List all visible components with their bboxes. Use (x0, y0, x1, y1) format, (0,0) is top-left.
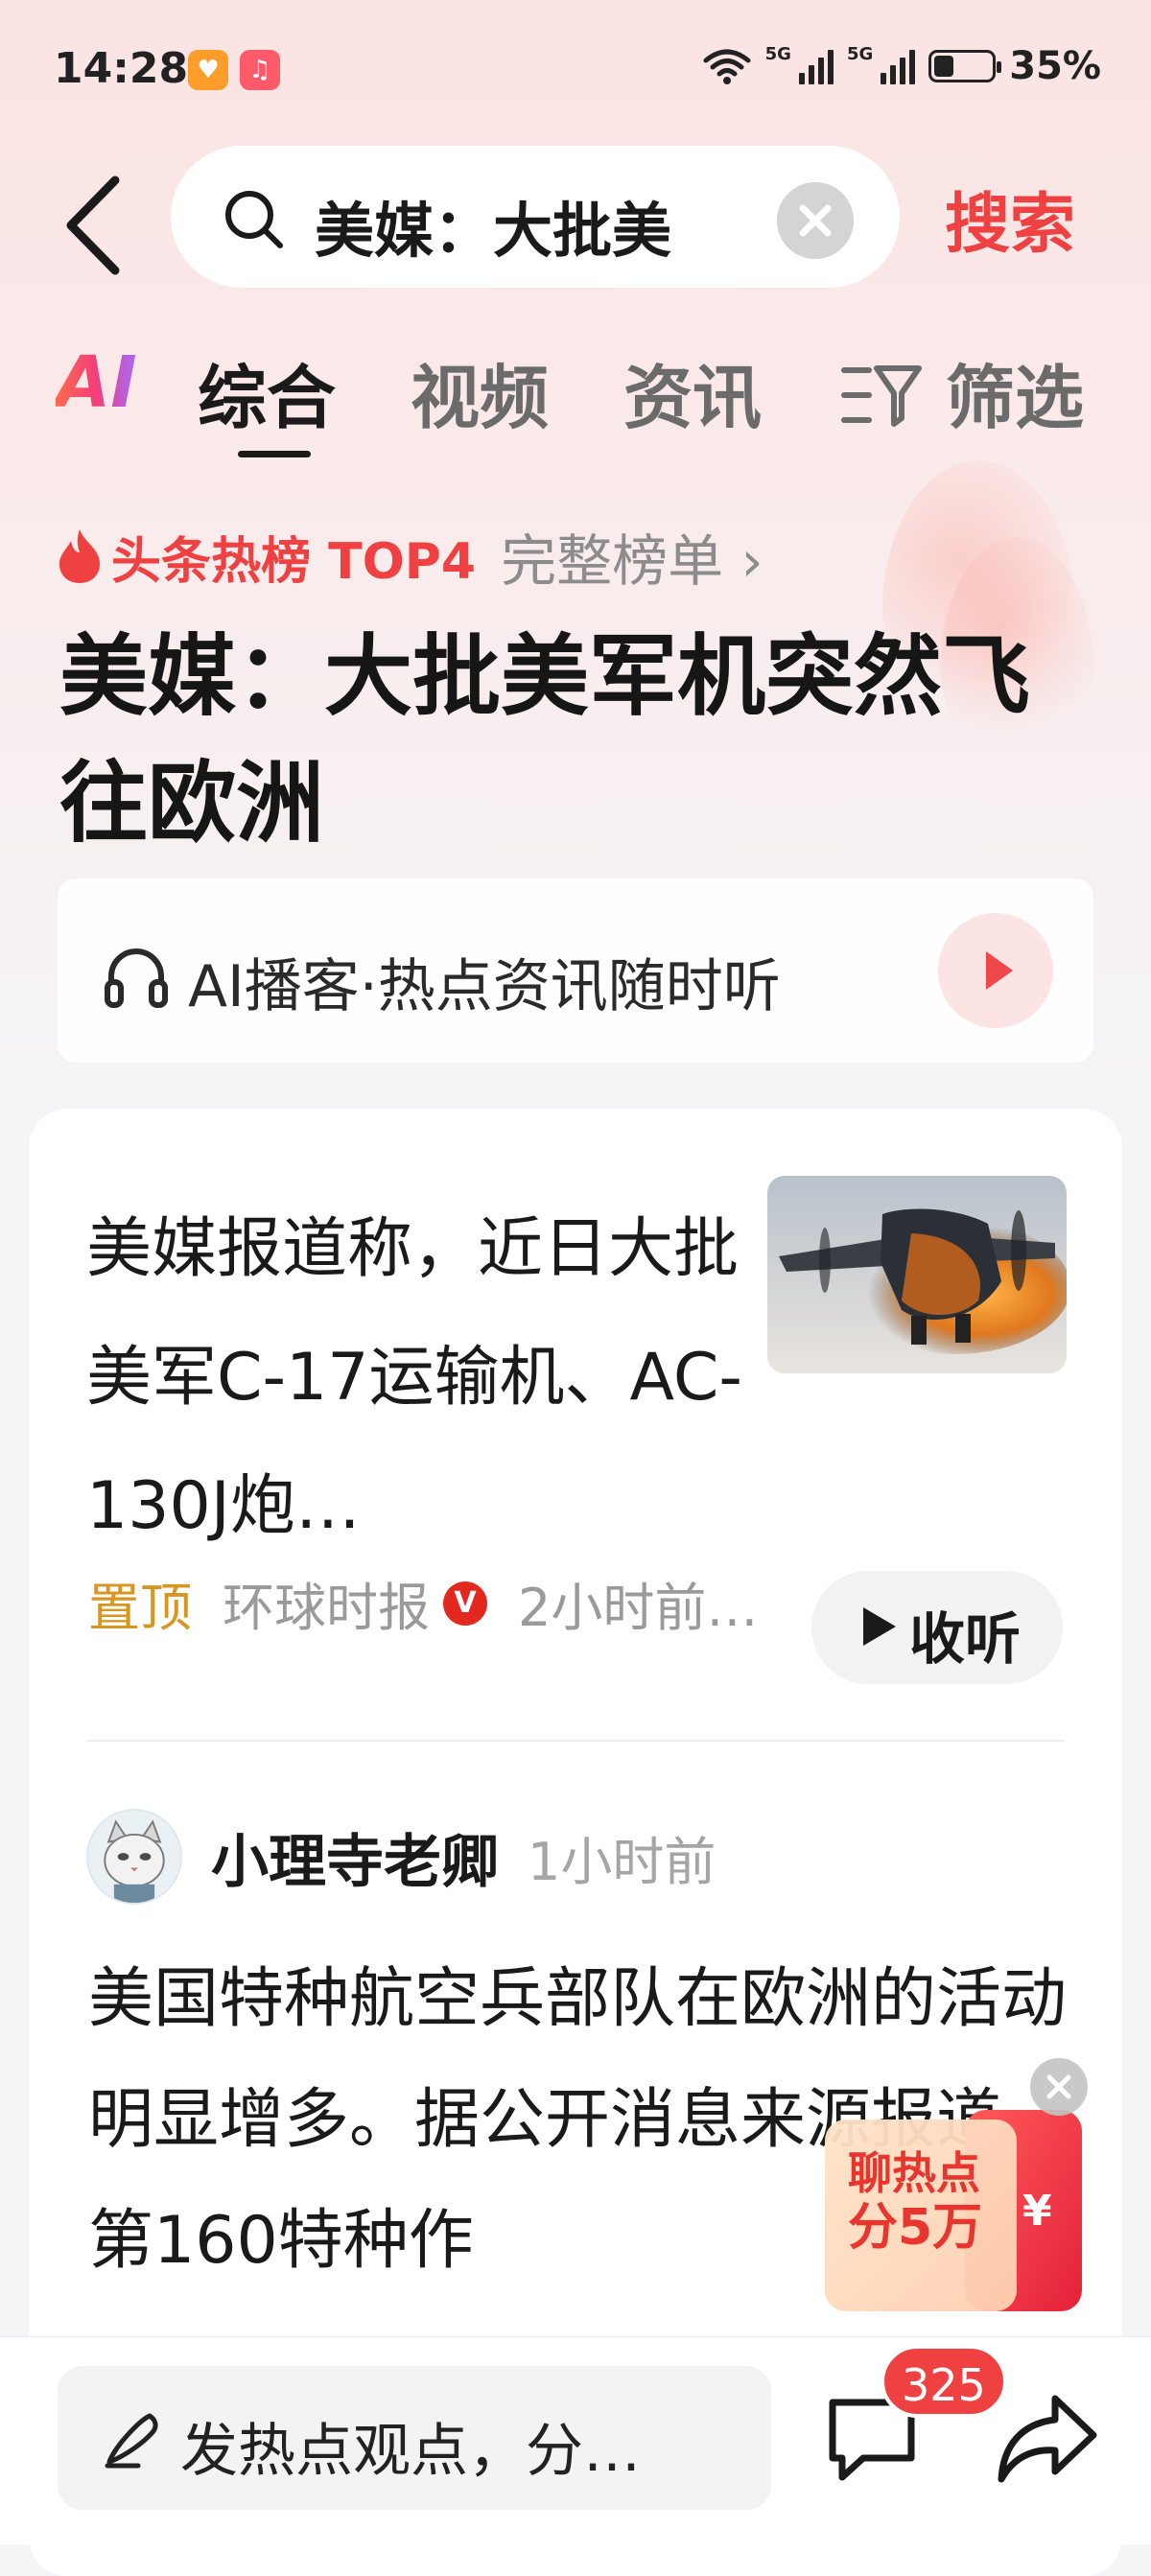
status-bar: 14:28 ♥ ♫ 5G 5G 35% (0, 0, 1151, 144)
article-meta: 置顶 环球时报 V 2小时前… (88, 1565, 758, 1641)
hot-list-header[interactable]: 头条热榜 TOP4 完整榜单 › (56, 518, 763, 595)
search-query-text[interactable]: 美媒：大批美 (315, 182, 756, 269)
article-source[interactable]: 环球时报 (223, 1565, 430, 1641)
search-icon (225, 191, 283, 248)
tab-video[interactable]: 视频 (411, 341, 549, 442)
full-list-link[interactable]: 完整榜单 › (501, 516, 763, 597)
article-title[interactable]: 美媒报道称，近日大批美军C-17运输机、AC-130J炮… (86, 1185, 777, 1571)
search-input[interactable]: 美媒：大批美 (171, 146, 900, 288)
battery-icon (928, 50, 1002, 82)
promo-line-1: 聊热点 (848, 2147, 980, 2199)
battery-percent: 35% (1009, 44, 1101, 88)
pinned-badge: 置顶 (88, 1578, 192, 1638)
promo-currency: ¥ (1022, 2187, 1052, 2236)
podcast-label: AI播客·热点资讯随时听 (188, 953, 781, 1020)
battery-level (934, 56, 954, 77)
verified-badge-icon: V (443, 1581, 487, 1626)
tab-filter[interactable]: 筛选 (946, 341, 1084, 442)
listen-label: 收听 (909, 1606, 1022, 1672)
tab-comprehensive[interactable]: 综合 (198, 341, 336, 442)
bottom-action-bar: 发热点观点，分… 325 (0, 2336, 1151, 2544)
filter-icon[interactable] (840, 363, 923, 428)
comment-count-badge: 325 (881, 2345, 1007, 2418)
comment-input[interactable]: 发热点观点，分… (58, 2366, 771, 2510)
article-thumbnail[interactable] (767, 1176, 1067, 1373)
promo-line-2: 分5万 (848, 2199, 982, 2257)
hot-topic-reward-icon[interactable]: 聊热点 分5万 ¥ (821, 2100, 1088, 2321)
signal-strength-2-icon (881, 48, 916, 84)
hot-list-label: 头条热榜 TOP4 (111, 532, 477, 591)
status-indicators: 5G 5G 35% (702, 44, 1101, 88)
back-arrow-icon[interactable] (59, 173, 127, 278)
network-type-1: 5G (764, 44, 791, 64)
flame-icon (59, 529, 100, 583)
pen-icon (105, 2413, 158, 2469)
status-time: 14:28 (54, 44, 189, 93)
close-promo-icon[interactable] (1030, 2058, 1088, 2116)
wifi-icon (703, 49, 751, 84)
clear-search-icon[interactable] (777, 182, 854, 259)
ai-podcast-bar[interactable]: AI播客·热点资讯随时听 (58, 878, 1093, 1063)
headphones-icon (105, 948, 168, 1008)
post-header: 小理寺老卿 1小时前 (86, 1809, 716, 1905)
share-icon[interactable] (994, 2385, 1101, 2491)
comment-placeholder: 发热点观点，分… (180, 2418, 641, 2485)
search-button[interactable]: 搜索 (945, 171, 1075, 266)
article-time: 2小时前… (518, 1578, 759, 1638)
tab-news[interactable]: 资讯 (623, 341, 762, 442)
result-tabs: 综合 视频 资讯 筛选 (0, 336, 1151, 470)
post-author[interactable]: 小理寺老卿 (211, 1815, 499, 1899)
music-app-icon: ♫ (240, 50, 280, 90)
avatar[interactable] (86, 1809, 182, 1905)
active-tab-indicator (238, 451, 311, 457)
network-type-2: 5G (846, 44, 874, 64)
signal-strength-1-icon (798, 48, 834, 84)
app-notification-icon: ♥ (188, 50, 228, 90)
divider (86, 1740, 1065, 1742)
play-icon (863, 1607, 896, 1646)
listen-button[interactable]: 收听 (811, 1571, 1063, 1684)
post-time: 1小时前 (528, 1831, 716, 1892)
hot-topic-title[interactable]: 美媒：大批美军机突然飞往欧洲 (59, 614, 1095, 867)
play-icon[interactable] (938, 913, 1053, 1028)
